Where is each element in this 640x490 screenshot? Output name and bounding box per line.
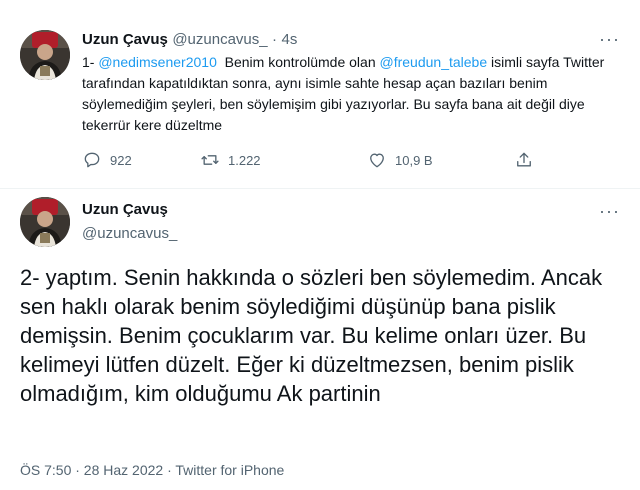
- author-name[interactable]: Uzun Çavuş: [82, 201, 168, 218]
- author-handle[interactable]: @uzuncavus_: [172, 31, 267, 48]
- author-handle[interactable]: @uzuncavus_: [82, 225, 177, 242]
- tweet-text: 1- @nedimsener2010 Benim kontrolümde ola…: [82, 52, 622, 136]
- like-button[interactable]: 10,9 B: [367, 150, 433, 170]
- mention-link[interactable]: @freudun_talebe: [380, 54, 488, 70]
- reply-icon: [84, 152, 100, 168]
- avatar-image: [20, 197, 70, 247]
- share-icon: [517, 152, 531, 167]
- tweet-text: 2- yaptım. Senin hakkında o sözleri ben …: [20, 265, 603, 406]
- tweet-time[interactable]: 4s: [282, 31, 298, 48]
- tweet-timestamp[interactable]: ÖS 7:50 · 28 Haz 2022 · Twitter for iPho…: [20, 462, 284, 478]
- retweet-button[interactable]: 1.222: [200, 150, 261, 170]
- tweet-header: Uzun Çavuş @uzuncavus_ · 4s: [82, 31, 297, 49]
- author-name[interactable]: Uzun Çavuş: [82, 31, 168, 48]
- separator: ·: [272, 31, 278, 48]
- like-icon: [370, 153, 384, 168]
- tweet-text-prefix: 1-: [82, 54, 99, 70]
- avatar-image: [20, 30, 70, 80]
- tweet-text-mid: Benim kontrolümde olan: [216, 54, 380, 70]
- like-count: 10,9 B: [395, 152, 433, 168]
- avatar[interactable]: [20, 197, 70, 247]
- mention-link[interactable]: @nedimsener2010: [98, 54, 217, 70]
- tweet-1[interactable]: Uzun Çavuş @uzuncavus_ · 4s ··· 1- @nedi…: [0, 0, 640, 192]
- reply-count: 922: [110, 152, 132, 168]
- tweet-actions: 922 1.222 10,9 B: [82, 150, 542, 172]
- share-button[interactable]: [514, 150, 534, 170]
- avatar[interactable]: [20, 30, 70, 80]
- reply-button[interactable]: 922: [82, 150, 132, 170]
- retweet-count: 1.222: [228, 152, 261, 168]
- more-icon[interactable]: ···: [599, 202, 620, 220]
- more-icon[interactable]: ···: [599, 30, 620, 48]
- retweet-icon: [201, 155, 219, 165]
- tweet-divider: [0, 188, 640, 189]
